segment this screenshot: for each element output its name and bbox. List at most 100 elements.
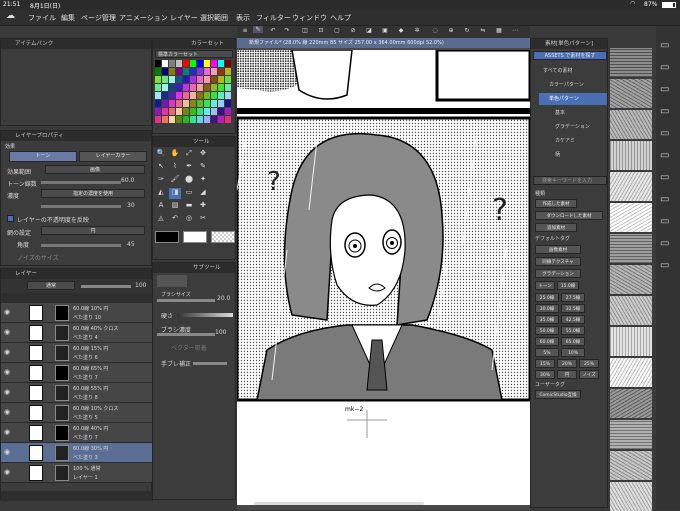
color-swatch[interactable] [211,92,217,99]
reflect-opacity-checkbox[interactable] [7,215,14,222]
color-swatch[interactable] [218,60,224,67]
tag-button[interactable]: 55.0線 [561,326,585,335]
color-swatch[interactable] [169,68,175,75]
side-panel-folder-icon[interactable]: ▭ [660,216,669,227]
asset-thumbnail[interactable] [610,172,652,201]
manga-page[interactable]: ? ? mk−2 [237,50,530,505]
tag-button[interactable]: 円 [557,370,577,379]
tag-button[interactable]: 35.0線 [535,315,559,324]
color-swatch[interactable] [218,84,224,91]
color-swatch[interactable] [225,76,231,83]
dot-select[interactable]: 円 [41,226,145,235]
color-swatch[interactable] [155,100,161,107]
asset-thumbnail[interactable] [610,79,652,108]
color-swatch[interactable] [211,76,217,83]
eraser-icon[interactable]: ◫ [301,27,309,34]
airbrush-tool-icon[interactable]: ⬤ [183,175,195,186]
side-panel-folder-icon[interactable]: ▭ [660,62,669,73]
asset-thumbnail[interactable] [610,141,652,170]
asset-thumbnail[interactable] [610,203,652,232]
menu-page[interactable]: ページ管理 [81,13,116,23]
fill-tool-icon[interactable]: ◨ [169,188,181,199]
side-panel-folder-icon[interactable]: ▭ [660,260,669,271]
color-swatch[interactable] [176,68,182,75]
color-swatch[interactable] [211,60,217,67]
frame-tool-icon[interactable]: ▨ [169,201,181,212]
color-swatch[interactable] [197,84,203,91]
color-swatch[interactable] [162,92,168,99]
blend-mode-select[interactable]: 通常 [27,281,75,290]
color-swatch[interactable] [176,116,182,123]
color-swatch[interactable] [155,116,161,123]
tone-density-slider[interactable] [41,181,121,184]
color-swatch[interactable] [183,116,189,123]
side-panel-folder-icon[interactable]: ▭ [660,238,669,249]
layer-row[interactable]: ◉ 60.0線 10% 円 べた塗り 10 [1,303,153,323]
color-swatch[interactable] [162,116,168,123]
color-swatch[interactable] [190,84,196,91]
fill-icon[interactable]: ◆ [397,27,405,34]
undo-icon[interactable]: ↶ [269,27,277,34]
transform-icon[interactable]: ⊡ [317,27,325,34]
side-panel-folder-icon[interactable]: ▭ [660,40,669,51]
visibility-eye-icon[interactable]: ◉ [4,348,10,356]
transparent-color-swatch[interactable] [211,231,235,243]
rotate-tool-icon[interactable]: ⤢ [183,149,195,160]
asset-thumbnail[interactable] [610,265,652,294]
stabilization-slider[interactable] [193,362,227,365]
menu-file[interactable]: ファイル [28,13,56,23]
color-swatch[interactable] [225,68,231,75]
asset-thumbnail[interactable] [610,420,652,449]
menu-filter[interactable]: フィルター [256,13,291,23]
menu-help[interactable]: ヘルプ [330,13,351,23]
visibility-eye-icon[interactable]: ◉ [4,388,10,396]
tag-button[interactable]: 10% [561,348,585,357]
select-tool-icon[interactable]: ↖ [155,162,167,173]
color-swatch[interactable] [225,100,231,107]
layer-row[interactable]: ◉ 60.0線 40% 円 べた塗り 7 [1,423,153,443]
menu-animation[interactable]: アニメーション [119,13,168,23]
density-select[interactable]: 指定の濃度を使用 [41,189,145,198]
color-swatch[interactable] [204,76,210,83]
menu-select[interactable]: 選択範囲 [200,13,228,23]
clear-icon[interactable]: ▣ [381,27,389,34]
color-swatch[interactable] [176,92,182,99]
color-swatch[interactable] [169,60,175,67]
color-swatch[interactable] [155,60,161,67]
color-swatch[interactable] [218,100,224,107]
color-swatch[interactable] [176,60,182,67]
visibility-eye-icon[interactable]: ◉ [4,468,10,476]
zoom-icon[interactable]: ⊕ [447,27,455,34]
correct-tool-icon[interactable]: ↶ [169,214,181,225]
asset-thumbnail[interactable] [610,451,652,480]
color-swatch[interactable] [204,116,210,123]
tag-button[interactable]: 60.0線 [535,337,559,346]
figure-tool-icon[interactable]: ▭ [183,188,195,199]
menu-icon[interactable]: ≡ [241,27,249,34]
asset-search-input[interactable]: 検索キーワードを入力 [533,176,607,185]
ruler-tool-icon[interactable]: ▬ [183,201,195,212]
zoom-tool-icon[interactable]: 🔍 [155,149,167,160]
color-swatch[interactable] [169,108,175,115]
layer-row[interactable]: ◉ 100 % 通常 レイヤー 1 [1,463,153,483]
more-icon[interactable]: ⋯ [511,27,519,34]
visibility-eye-icon[interactable]: ◉ [4,408,10,416]
color-swatch[interactable] [197,108,203,115]
visibility-eye-icon[interactable]: ◉ [4,368,10,376]
side-panel-folder-icon[interactable]: ▭ [660,84,669,95]
color-swatch[interactable] [225,84,231,91]
tag-button[interactable]: グラデーション [535,269,581,278]
color-swatch[interactable] [211,84,217,91]
color-set-select[interactable]: 標準カラーセット [155,50,233,58]
assets-search-button[interactable]: ASSETS で素材を探す [533,51,607,60]
menu-view[interactable]: 表示 [236,13,250,23]
settings-icon[interactable]: ✲ [413,27,421,34]
pencil-tool-icon[interactable]: ✑ [155,175,167,186]
color-swatch[interactable] [211,68,217,75]
redo-icon[interactable]: ↷ [283,27,291,34]
color-swatch[interactable] [176,108,182,115]
color-swatch[interactable] [190,76,196,83]
side-panel-folder-icon[interactable]: ▭ [660,128,669,139]
color-swatch[interactable] [211,116,217,123]
color-swatch[interactable] [197,100,203,107]
